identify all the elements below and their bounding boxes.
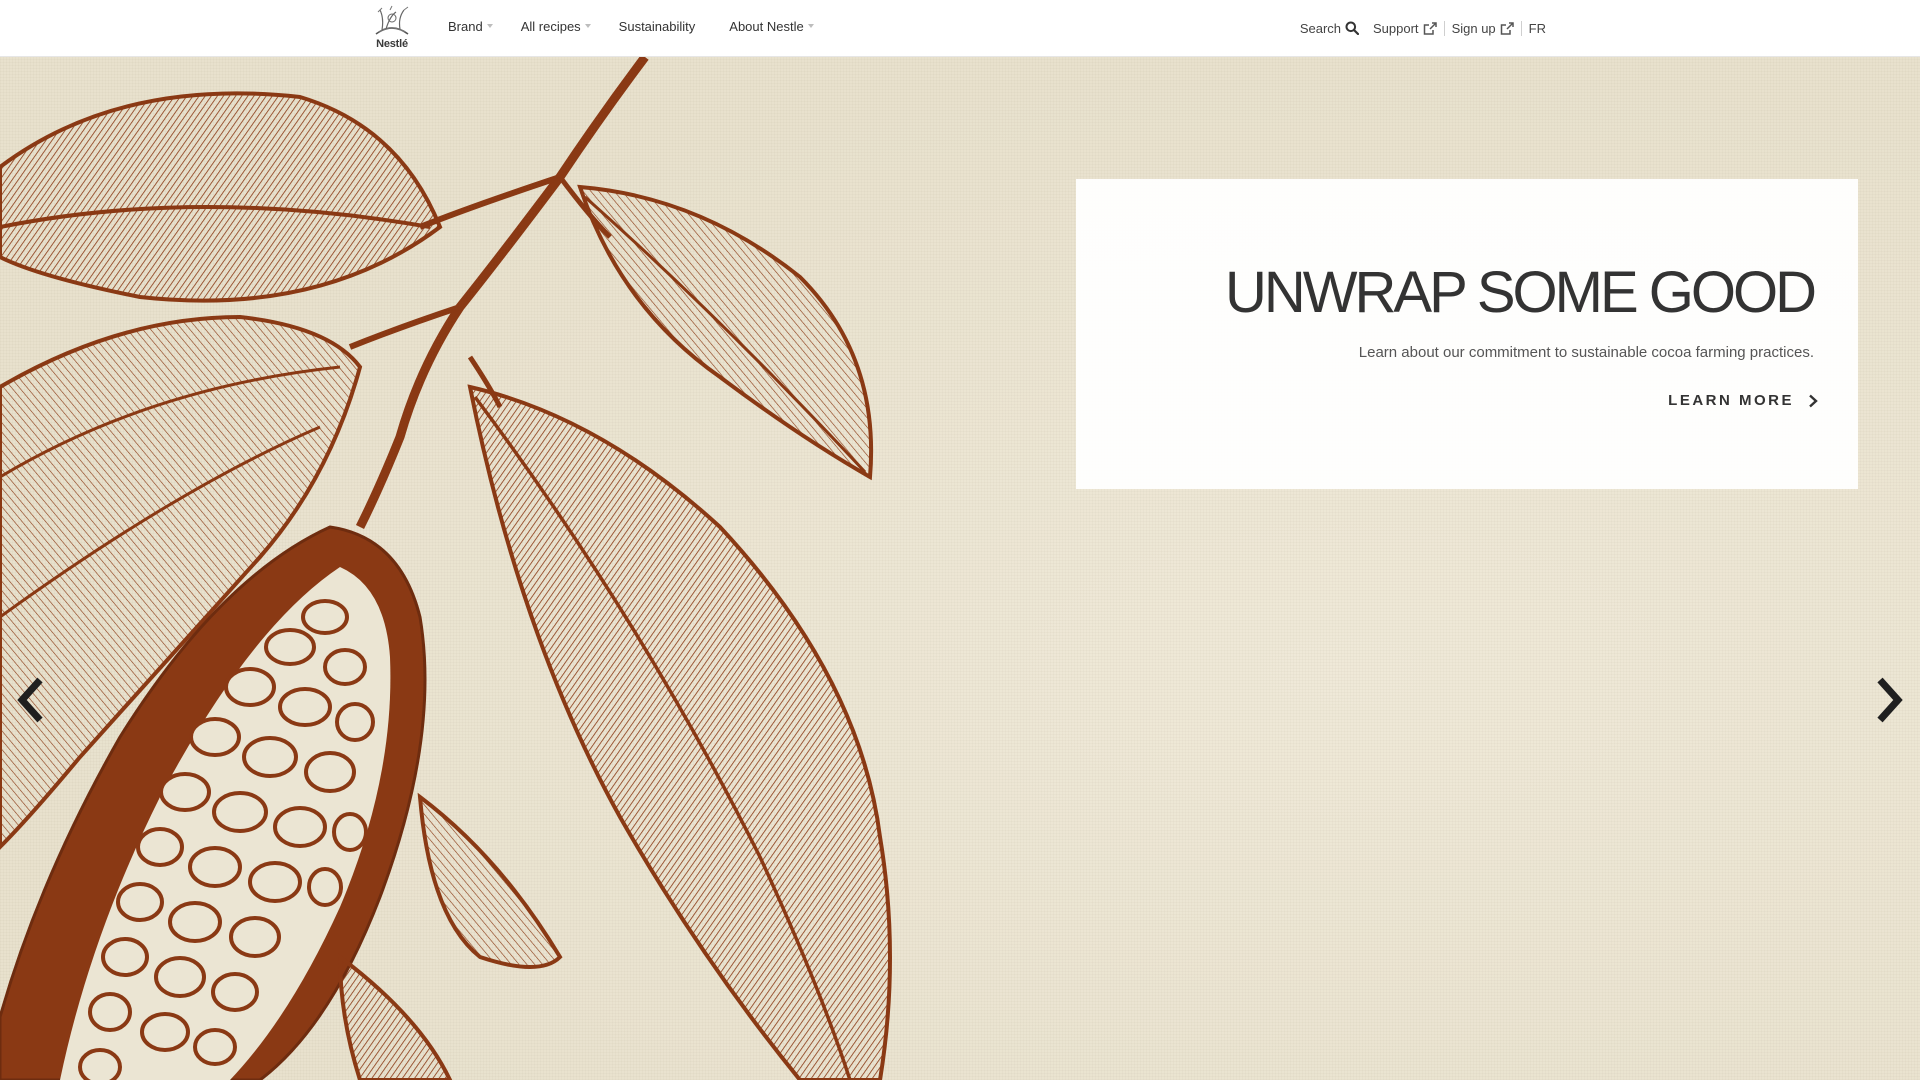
carousel-next-button[interactable]: [1870, 672, 1910, 728]
nav-item-label: About Nestle: [729, 18, 804, 34]
utility-nav: Search Support Sign up FR: [1293, 0, 1553, 56]
nav-item-all-recipes[interactable]: All recipes: [521, 19, 591, 34]
nav-item-label: Brand: [448, 18, 483, 34]
support-link[interactable]: Support: [1366, 21, 1444, 36]
language-switch-fr[interactable]: FR: [1520, 20, 1553, 36]
support-label: Support: [1373, 20, 1419, 36]
carousel-prev-button[interactable]: [10, 672, 50, 728]
caret-down-icon: [486, 24, 493, 28]
main-nav: Brand All recipes Sustainability About N…: [448, 0, 842, 52]
chevron-right-icon: [1877, 677, 1903, 723]
caret-down-icon: [584, 24, 591, 28]
chevron-right-icon: [1809, 394, 1818, 407]
caret-down-icon: [807, 24, 814, 28]
learn-more-link[interactable]: LEARN MORE: [1668, 392, 1818, 409]
chevron-left-icon: [17, 677, 43, 723]
nest-logo-icon: [375, 5, 409, 35]
search-button[interactable]: Search: [1293, 21, 1366, 36]
language-label: FR: [1528, 20, 1546, 36]
search-label: Search: [1299, 20, 1342, 36]
hero-description: Learn about our commitment to sustainabl…: [1358, 344, 1814, 361]
cocoa-pod-illustration: [0, 57, 892, 1080]
nav-item-brand[interactable]: Brand: [448, 19, 493, 34]
sign-up-label: Sign up: [1451, 20, 1496, 36]
hero-carousel: UNWRAP SOME GOOD Learn about our commitm…: [0, 57, 1920, 1080]
nav-item-label: Sustainability: [618, 18, 696, 34]
external-link-icon: [1423, 21, 1437, 35]
logo-wordmark: Nestlé: [376, 38, 408, 50]
learn-more-label: LEARN MORE: [1668, 392, 1794, 409]
nav-item-about-nestle[interactable]: About Nestle: [729, 18, 814, 34]
hero-card: UNWRAP SOME GOOD Learn about our commitm…: [1076, 179, 1858, 489]
nav-item-label: All recipes: [520, 18, 581, 34]
site-header: Nestlé Brand All recipes Sustainability …: [0, 0, 1920, 57]
search-icon: [1345, 21, 1360, 35]
sign-up-link[interactable]: Sign up: [1443, 20, 1521, 36]
hero-title: UNWRAP SOME GOOD: [1225, 260, 1817, 325]
nestle-logo[interactable]: Nestlé: [370, 4, 414, 50]
external-link-icon: [1500, 21, 1514, 35]
nav-item-sustainability[interactable]: Sustainability: [619, 19, 696, 34]
